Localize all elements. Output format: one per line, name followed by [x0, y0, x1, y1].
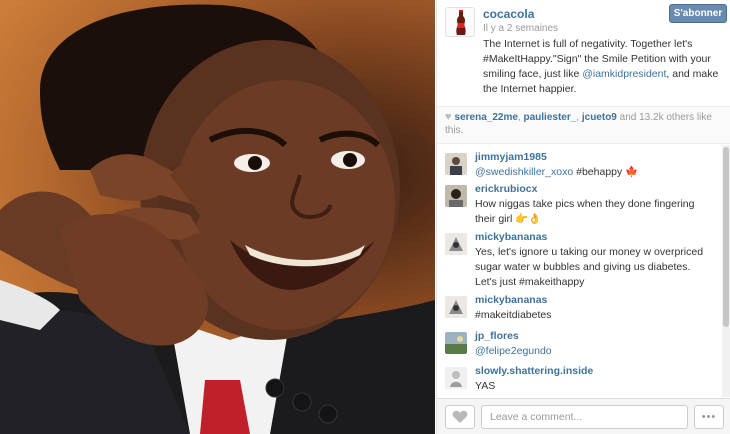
comment-username[interactable]: mickybananas — [475, 294, 547, 306]
comment-text: @felipe2egundo — [475, 344, 715, 359]
like-button[interactable] — [445, 405, 475, 429]
liker-name[interactable]: pauliester_ — [523, 112, 576, 123]
post-photo — [0, 0, 435, 434]
comment-mention[interactable]: @felipe2egundo — [475, 345, 552, 357]
comment-text-rest: #behappy 🍁 — [573, 166, 639, 178]
comment-text: YAS — [475, 380, 496, 392]
coca-cola-bottle-icon[interactable] — [445, 7, 475, 37]
avatar[interactable] — [445, 153, 467, 175]
ellipsis-icon[interactable]: ••• — [694, 405, 724, 429]
liker-name[interactable]: jcueto9 — [582, 112, 617, 123]
post-header: cocacola Il y a 2 semaines The Internet … — [437, 0, 730, 106]
comment-username[interactable]: jp_flores — [475, 330, 519, 342]
comment-text: @swedishkiller_xoxo #behappy 🍁 — [475, 165, 715, 180]
scrollbar-thumb[interactable] — [723, 147, 729, 327]
comment-username[interactable]: slowly.shattering.inside — [475, 365, 593, 377]
avatar[interactable] — [445, 296, 467, 318]
post-details-panel: cocacola Il y a 2 semaines The Internet … — [436, 0, 730, 434]
comments-list: jimmyjam1985 @swedishkiller_xoxo #behapp… — [437, 145, 723, 397]
avatar[interactable] — [445, 367, 467, 389]
post-username[interactable]: cocacola — [483, 7, 534, 21]
comment-text: Yes, let's ignore u taking our money w o… — [475, 246, 704, 288]
post-timestamp: Il y a 2 semaines — [483, 23, 559, 34]
comment-username[interactable]: mickybananas — [475, 231, 547, 243]
comment-mention[interactable]: @swedishkiller_xoxo — [475, 166, 573, 178]
comment-input[interactable] — [481, 405, 688, 429]
heart-icon: ♥ — [445, 111, 452, 123]
comment-text: #makeitdiabetes — [475, 309, 552, 321]
comments-scrollbar[interactable] — [722, 145, 730, 397]
caption-mention[interactable]: @iamkidpresident — [582, 68, 666, 80]
photo-illustration — [0, 4, 435, 434]
heart-icon — [452, 410, 468, 423]
avatar[interactable] — [445, 233, 467, 255]
post-caption: The Internet is full of negativity. Toge… — [483, 37, 723, 97]
comment-text: How niggas take pics when they done fing… — [475, 198, 695, 225]
likes-summary: ♥ serena_22me, pauliester_, jcueto9 and 1… — [437, 106, 730, 144]
avatar[interactable] — [445, 332, 467, 354]
avatar[interactable] — [445, 185, 467, 207]
follow-button[interactable]: S'abonner — [669, 4, 727, 23]
comment-footer: ••• — [437, 398, 730, 434]
comment-username[interactable]: jimmyjam1985 — [475, 151, 547, 163]
liker-name[interactable]: serena_22me — [455, 112, 518, 123]
comment-username[interactable]: erickrubiocx — [475, 183, 537, 195]
